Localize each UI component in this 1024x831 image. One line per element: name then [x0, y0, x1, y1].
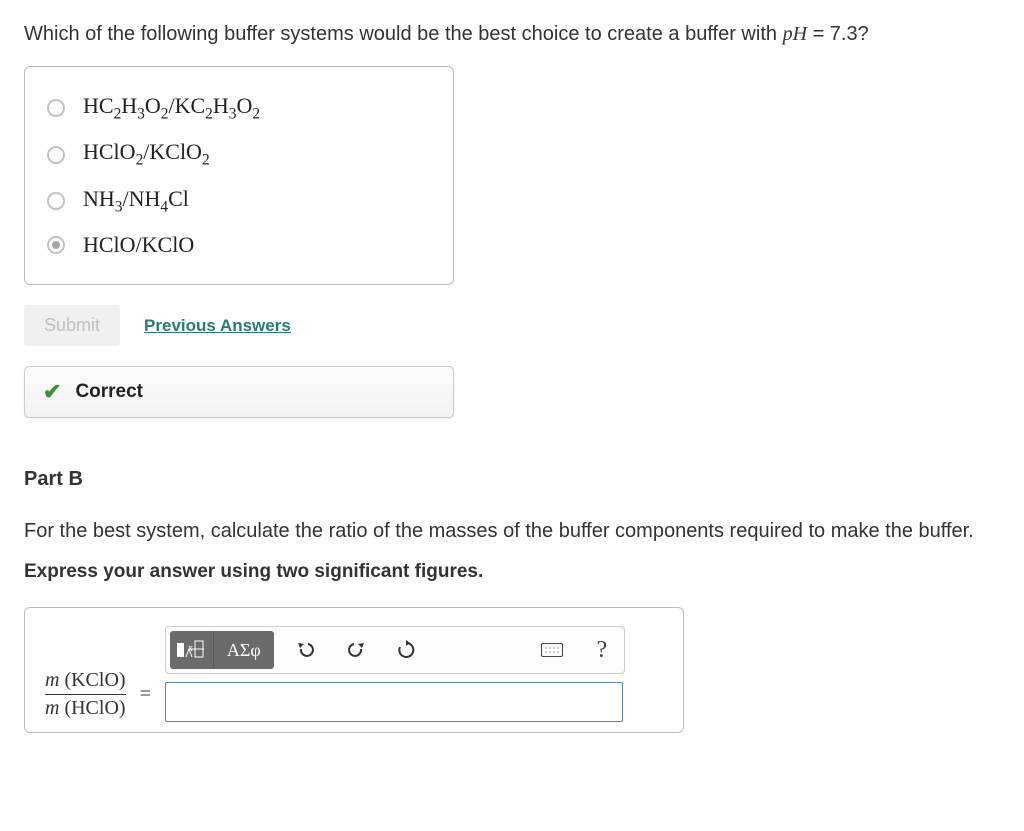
option-4[interactable]: HClO/KClO: [47, 224, 431, 266]
question-text: Which of the following buffer systems wo…: [24, 23, 783, 45]
keyboard-button[interactable]: [534, 632, 570, 668]
equation-toolbar: x ΑΣφ: [165, 626, 625, 674]
option-label: NH3/NH4Cl: [83, 186, 189, 216]
ph-value: = 7.3?: [807, 23, 869, 45]
feedback-text: Correct: [75, 381, 143, 403]
option-3[interactable]: NH3/NH4Cl: [47, 178, 431, 224]
part-a-question: Which of the following buffer systems wo…: [24, 20, 1000, 48]
reset-button[interactable]: [388, 632, 424, 668]
equals-sign: =: [140, 683, 151, 706]
feedback-box: ✔ Correct: [24, 366, 454, 418]
option-2[interactable]: HClO2/KClO2: [47, 131, 431, 177]
answer-input[interactable]: [165, 682, 623, 722]
greek-button[interactable]: ΑΣφ: [214, 631, 274, 669]
keyboard-icon: [541, 643, 563, 657]
options-box: HC2H3O2/KC2H3O2 HClO2/KClO2 NH3/NH4Cl HC…: [24, 66, 454, 285]
part-b-question: For the best system, calculate the ratio…: [24, 517, 1000, 545]
help-button[interactable]: ?: [584, 632, 620, 668]
submit-button[interactable]: Submit: [24, 305, 120, 346]
radio-unselected-icon[interactable]: [47, 146, 65, 164]
option-label: HClO2/KClO2: [83, 139, 210, 169]
redo-button[interactable]: [338, 632, 374, 668]
check-icon: ✔: [43, 379, 61, 405]
option-label: HClO/KClO: [83, 232, 194, 258]
radio-unselected-icon[interactable]: [47, 192, 65, 210]
part-b-label: Part B: [24, 468, 1000, 491]
radio-unselected-icon[interactable]: [47, 99, 65, 117]
radio-selected-icon[interactable]: [47, 236, 65, 254]
ratio-label: m (KClO) m (HClO): [45, 669, 126, 720]
actions-row: Submit Previous Answers: [24, 305, 1000, 346]
answer-box: m (KClO) m (HClO) = x ΑΣφ: [24, 607, 684, 733]
toolbar-group: x ΑΣφ: [170, 631, 274, 669]
option-1[interactable]: HC2H3O2/KC2H3O2: [47, 85, 431, 131]
part-b-instruction: Express your answer using two significan…: [24, 561, 1000, 583]
previous-answers-link[interactable]: Previous Answers: [144, 316, 291, 336]
templates-button[interactable]: x: [170, 631, 214, 669]
undo-button[interactable]: [288, 632, 324, 668]
ph-symbol: pH: [783, 23, 807, 45]
option-label: HC2H3O2/KC2H3O2: [83, 93, 260, 123]
